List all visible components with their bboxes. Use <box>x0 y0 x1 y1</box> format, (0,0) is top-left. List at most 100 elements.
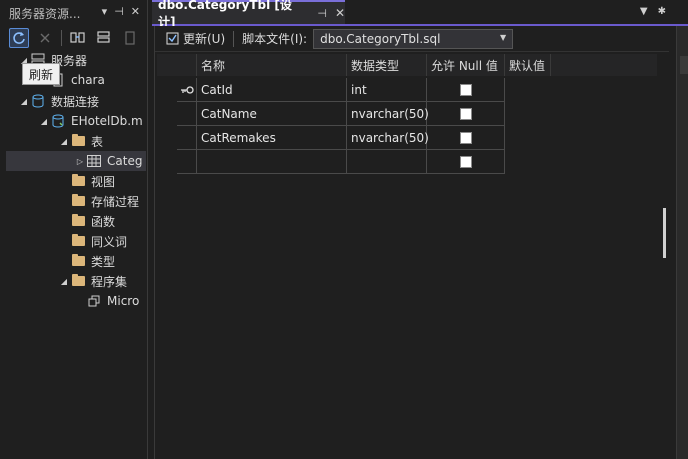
connect-server-button[interactable] <box>94 28 114 48</box>
designer-toolbar: 更新(U) 脚本文件(I): dbo.CategoryTbl.sql ▼ <box>155 26 669 52</box>
tree-item-label: EHotelDb.m <box>71 114 143 128</box>
tree-item[interactable]: ▷ Categ <box>6 151 146 171</box>
right-side-panel <box>676 26 688 459</box>
pin-icon[interactable]: ⊣ <box>114 5 124 18</box>
table-row[interactable]: CatRemakes nvarchar(50) <box>157 126 657 150</box>
collapsed-arrow-icon[interactable]: ▷ <box>74 157 86 166</box>
allow-null-checkbox[interactable] <box>459 131 472 144</box>
allow-null-checkbox[interactable] <box>459 83 472 96</box>
right-side-tab[interactable] <box>680 56 688 74</box>
data-type-cell[interactable]: int <box>347 78 427 102</box>
dropdown-icon[interactable]: ▾ <box>102 5 108 18</box>
database-icon <box>50 114 66 128</box>
settings-gear-icon[interactable]: ✱ <box>658 6 666 17</box>
tree-item[interactable]: 类型 <box>0 251 148 271</box>
tree-item[interactable]: ◢ 程序集 <box>0 271 148 291</box>
update-button[interactable]: 更新(U) <box>183 30 225 47</box>
column-header-allow-null[interactable]: 允许 Null 值 <box>427 54 505 76</box>
tree-item[interactable]: 视图 <box>0 171 148 191</box>
refresh-icon <box>13 32 25 44</box>
primary-key-icon <box>180 85 194 94</box>
tree-item[interactable]: 函数 <box>0 211 148 231</box>
script-file-dropdown[interactable]: dbo.CategoryTbl.sql ▼ <box>313 28 514 49</box>
stop-button[interactable] <box>35 28 55 48</box>
tab-list-dropdown-icon[interactable]: ▼ <box>640 6 648 17</box>
column-name-cell[interactable] <box>197 150 347 174</box>
folder-icon <box>70 174 86 188</box>
tree-item-label: 数据连接 <box>51 94 100 109</box>
tree-item-label: 同义词 <box>91 234 128 249</box>
tree-item-label: Categ <box>107 154 143 168</box>
table-row[interactable]: CatId int <box>157 78 657 102</box>
folder-icon <box>70 214 86 228</box>
tree-item-label: 程序集 <box>91 274 128 289</box>
row-header-column <box>177 54 197 76</box>
tree-item[interactable]: ◢ 数据连接 <box>0 91 148 111</box>
allow-null-checkbox[interactable] <box>459 107 472 120</box>
panel-title: 服务器资源... <box>9 6 81 21</box>
tree-item[interactable]: ◢ 表 <box>0 131 148 151</box>
tree-item-label: chara <box>71 73 105 87</box>
properties-button[interactable] <box>120 28 140 48</box>
document-tab-strip: dbo.CategoryTbl [设计] ⊣ ✕ ▼ ✱ <box>152 0 688 29</box>
column-header-type[interactable]: 数据类型 <box>347 54 427 76</box>
column-name-cell[interactable]: CatId <box>197 78 347 102</box>
panel-title-icons: ▾ ⊣ ✕ <box>102 5 140 18</box>
row-selector[interactable] <box>177 150 197 174</box>
column-name-cell[interactable]: CatRemakes <box>197 126 347 150</box>
expanded-arrow-icon[interactable]: ◢ <box>58 137 70 146</box>
tree-item[interactable]: 同义词 <box>0 231 148 251</box>
expanded-arrow-icon[interactable]: ◢ <box>58 277 70 286</box>
scrollbar-thumb[interactable] <box>663 208 666 258</box>
tree-item-label: 视图 <box>91 174 116 189</box>
tab-close-icon[interactable]: ✕ <box>335 6 345 20</box>
connect-server-icon <box>97 31 110 43</box>
panel-title-bar: 服务器资源... ▾ ⊣ ✕ <box>0 0 148 26</box>
expanded-arrow-icon[interactable]: ◢ <box>38 117 50 126</box>
table-icon <box>86 154 102 168</box>
row-selector[interactable] <box>177 102 197 126</box>
tree-item[interactable]: 存储过程 <box>0 191 148 211</box>
toolbar-separator <box>61 30 62 46</box>
script-file-value: dbo.CategoryTbl.sql <box>320 31 441 46</box>
update-icon <box>165 32 179 46</box>
chevron-down-icon: ▼ <box>499 32 507 42</box>
connect-database-button[interactable] <box>68 28 88 48</box>
properties-icon <box>125 31 135 45</box>
data-type-cell[interactable]: nvarchar(50) <box>347 102 429 126</box>
allow-null-cell <box>427 78 505 102</box>
tree-item-label: 类型 <box>91 254 116 269</box>
tree-item[interactable]: Micro <box>0 291 148 311</box>
tree-item[interactable]: ◢ EHotelDb.m <box>0 111 148 131</box>
column-header-name[interactable]: 名称 <box>197 54 347 76</box>
refresh-button[interactable] <box>9 28 29 48</box>
stop-icon <box>40 33 50 43</box>
tab-pin-icon[interactable]: ⊣ <box>317 7 327 20</box>
tree-item-label: 函数 <box>91 214 116 229</box>
connect-database-icon <box>70 32 85 43</box>
script-file-label: 脚本文件(I): <box>242 32 308 46</box>
folder-icon <box>70 234 86 248</box>
tab-strip-icons: ▼ ✱ <box>640 6 666 17</box>
data-type-cell[interactable]: nvarchar(50) <box>347 126 429 150</box>
folder-icon <box>70 254 86 268</box>
column-name-cell[interactable]: CatName <box>197 102 347 126</box>
folder-icon <box>70 274 86 288</box>
close-icon[interactable]: ✕ <box>131 5 140 18</box>
grid-header: 名称 数据类型 允许 Null 值 默认值 <box>157 54 657 76</box>
expanded-arrow-icon[interactable]: ◢ <box>18 97 30 106</box>
table-row[interactable] <box>157 150 657 174</box>
toolbar-separator <box>233 30 235 47</box>
table-row[interactable]: CatName nvarchar(50) <box>157 102 657 126</box>
allow-null-checkbox[interactable] <box>459 155 472 168</box>
allow-null-cell <box>427 126 505 150</box>
folder-icon <box>70 134 86 148</box>
data-type-cell[interactable] <box>347 150 427 174</box>
row-selector[interactable] <box>177 78 197 102</box>
tab-category-table-design[interactable]: dbo.CategoryTbl [设计] ⊣ ✕ <box>152 0 345 29</box>
table-designer: 更新(U) 脚本文件(I): dbo.CategoryTbl.sql ▼ 名称 … <box>154 26 669 459</box>
refresh-tooltip: 刷新 <box>22 63 60 85</box>
column-header-default[interactable]: 默认值 <box>505 54 551 76</box>
server-explorer-toolbar <box>0 26 148 50</box>
row-selector[interactable] <box>177 126 197 150</box>
